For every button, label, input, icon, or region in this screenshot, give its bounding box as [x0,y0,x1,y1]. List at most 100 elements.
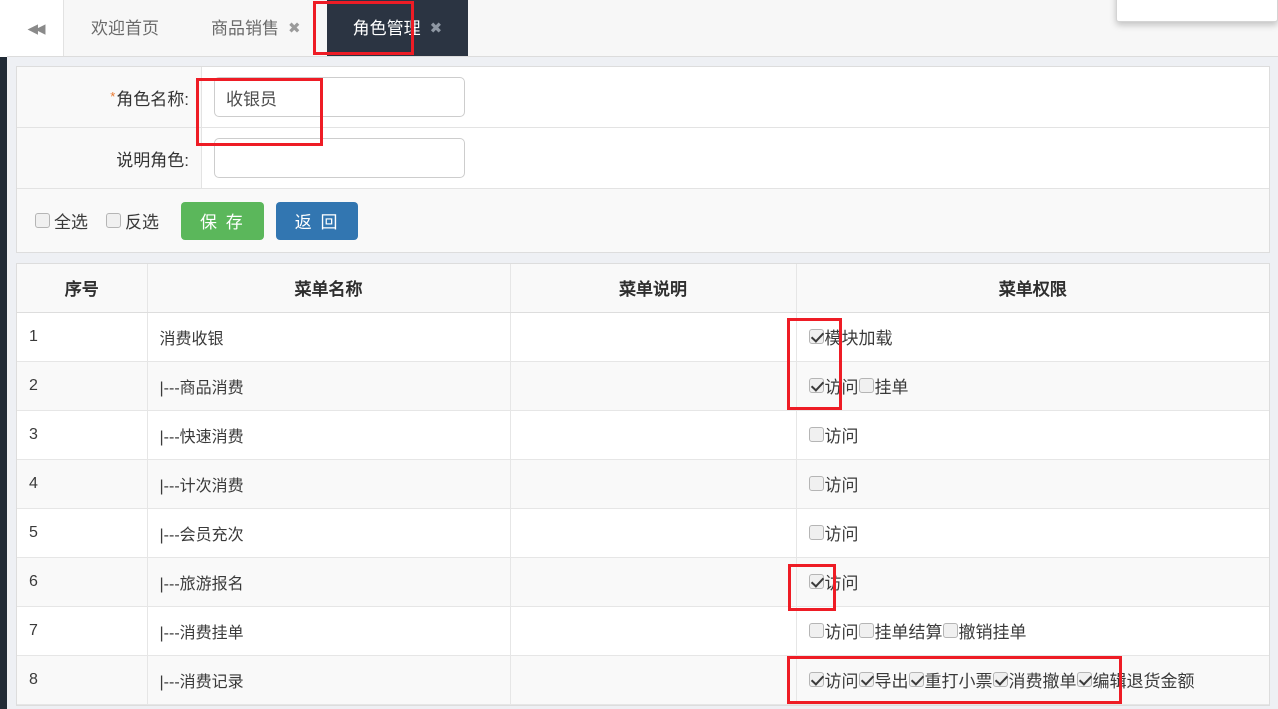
permission-checkbox-group: 访问 [808,520,1258,545]
permission-checkbox-group: 访问 挂单 [808,373,1258,398]
permission-checkbox-wrapper[interactable]: 重打小票 [908,667,993,692]
select-all-checkbox-wrapper[interactable]: 全选 [35,208,88,233]
permission-checkbox[interactable] [858,672,874,687]
role-form-card: *角色名称: 说明角色: 全选 [16,66,1270,253]
permission-checkbox[interactable] [808,378,824,393]
role-desc-label-cell: 说明角色: [17,128,202,188]
permission-checkbox[interactable] [1076,672,1092,687]
cell-menu-permissions: 访问 [796,459,1269,509]
top-right-panel-fragment [1116,0,1278,22]
permission-checkbox[interactable] [808,623,824,638]
permission-checkbox-wrapper[interactable]: 访问 [808,422,859,447]
cell-index: 1 [17,312,148,362]
permission-checkbox-wrapper[interactable]: 访问 [808,618,859,643]
cell-index: 8 [17,655,148,705]
permission-checkbox[interactable] [808,476,824,491]
table-row: 8 |---消费记录 访问 导出 重打小票 消费撤单 编辑退货金额 [17,655,1269,705]
permission-checkbox-wrapper[interactable]: 编辑退货金额 [1076,667,1195,692]
permission-checkbox[interactable] [942,623,958,638]
cell-menu-permissions: 访问 导出 重打小票 消费撤单 编辑退货金额 [796,655,1269,705]
table-header-row: 序号 菜单名称 菜单说明 菜单权限 [17,264,1269,313]
cell-menu-permissions: 访问 [796,410,1269,460]
role-name-input[interactable] [214,77,465,117]
permission-label: 撤销挂单 [958,623,1027,642]
double-chevron-left-icon: ◂◂ [27,15,45,40]
permission-checkbox-wrapper[interactable]: 访问 [808,471,859,496]
table-row: 1 消费收银 模块加载 [17,312,1269,362]
permission-checkbox[interactable] [858,378,874,393]
permission-label: 编辑退货金额 [1092,672,1195,691]
cell-index: 4 [17,459,148,509]
table-body: 1 消费收银 模块加载 2 |---商品消费 访问 挂单 3 |---快速消费 访问 4 |---计次… [17,312,1269,705]
role-name-label-cell: * 角色名称: [17,67,202,127]
cell-menu-name: |---消费记录 [147,655,511,705]
cell-index: 2 [17,361,148,411]
cell-menu-name: |---快速消费 [147,410,511,460]
permission-checkbox-wrapper[interactable]: 访问 [808,667,859,692]
tab-label: 商品销售 [211,18,279,38]
permission-label: 消费撤单 [1008,672,1077,691]
permission-checkbox[interactable] [908,672,924,687]
permission-label: 访问 [824,427,859,446]
cell-index: 6 [17,557,148,607]
permission-checkbox-wrapper[interactable]: 撤销挂单 [942,618,1027,643]
app-root: ◂◂ 欢迎首页 商品销售 ✖ 角色管理 ✖ * 角色名称: 收银员 说明角色: … [0,0,1278,709]
cell-menu-permissions: 访问 [796,508,1269,558]
permission-checkbox-wrapper[interactable]: 模块加载 [808,324,893,349]
table-row: 7 |---消费挂单 访问 挂单结算 撤销挂单 [17,606,1269,656]
table-row: 2 |---商品消费 访问 挂单 [17,361,1269,411]
permission-checkbox[interactable] [808,427,824,442]
permission-checkbox-wrapper[interactable]: 访问 [808,520,859,545]
cell-index: 3 [17,410,148,460]
role-desc-input[interactable] [214,138,465,178]
tab-product-sales[interactable]: 商品销售 ✖ [185,0,327,56]
role-desc-field-cell [202,128,1269,188]
tab-bar: ◂◂ 欢迎首页 商品销售 ✖ 角色管理 ✖ [0,0,1278,57]
back-button[interactable]: 返 回 [275,201,359,240]
form-row-role-desc: 说明角色: [17,128,1269,189]
form-action-row: 全选 反选 保 存 返 回 [17,189,1269,252]
permission-checkbox[interactable] [992,672,1008,687]
permission-checkbox-wrapper[interactable]: 导出 [858,667,909,692]
cell-menu-permissions: 访问 [796,557,1269,607]
left-rail-top-cap [0,0,7,57]
cell-menu-name: |---消费挂单 [147,606,511,656]
close-icon[interactable]: ✖ [430,19,443,37]
select-all-label: 全选 [54,213,88,232]
permission-checkbox[interactable] [808,574,824,589]
permission-checkbox-wrapper[interactable]: 访问 [808,373,859,398]
invert-selection-label: 反选 [125,213,159,232]
cell-menu-permissions: 访问 挂单 [796,361,1269,411]
form-row-role-name: * 角色名称: [17,67,1269,128]
permission-label: 访问 [824,476,859,495]
select-all-checkbox[interactable] [35,213,50,228]
tab-role-management[interactable]: 角色管理 ✖ [326,0,469,56]
menu-permission-table: 序号 菜单名称 菜单说明 菜单权限 1 消费收银 模块加载 2 |---商品消费 访问 挂单… [17,264,1269,705]
tab-welcome-home[interactable]: 欢迎首页 [65,0,185,56]
page-content: *角色名称: 说明角色: 全选 [7,57,1278,709]
permission-checkbox-wrapper[interactable]: 访问 [808,569,859,594]
permission-checkbox[interactable] [808,525,824,540]
close-icon[interactable]: ✖ [288,19,301,37]
permission-checkbox[interactable] [858,623,874,638]
permission-checkbox-wrapper[interactable]: 挂单 [858,373,909,398]
tab-label: 角色管理 [352,18,421,38]
table-row: 6 |---旅游报名 访问 [17,557,1269,607]
permission-checkbox-wrapper[interactable]: 挂单结算 [858,618,943,643]
tab-label: 欢迎首页 [91,18,159,38]
sidebar-collapse-button[interactable]: ◂◂ [7,0,64,56]
permission-checkbox-wrapper[interactable]: 消费撤单 [992,667,1077,692]
permission-label: 访问 [824,574,859,593]
table-row: 3 |---快速消费 访问 [17,410,1269,460]
cell-menu-desc [510,312,797,362]
invert-selection-checkbox-wrapper[interactable]: 反选 [106,208,159,233]
invert-selection-checkbox[interactable] [106,213,121,228]
save-button[interactable]: 保 存 [181,201,264,240]
permission-checkbox[interactable] [808,672,824,687]
permission-label: 导出 [874,672,909,691]
permission-checkbox-group: 访问 挂单结算 撤销挂单 [808,618,1258,643]
cell-menu-desc [510,655,797,705]
table-row: 5 |---会员充次 访问 [17,508,1269,558]
permission-checkbox[interactable] [808,329,824,344]
permission-label: 访问 [824,672,859,691]
